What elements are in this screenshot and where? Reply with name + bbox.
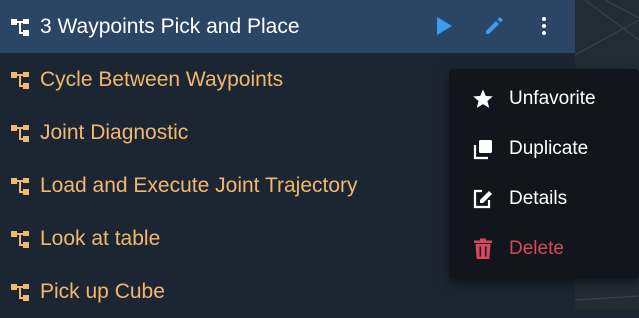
objective-label: Joint Diagnostic bbox=[40, 120, 189, 144]
objective-label: Cycle Between Waypoints bbox=[40, 67, 284, 91]
menu-item-label: Duplicate bbox=[509, 138, 589, 159]
menu-item-duplicate[interactable]: Duplicate bbox=[449, 124, 639, 174]
objective-tree-icon bbox=[11, 18, 29, 36]
duplicate-icon bbox=[471, 137, 495, 161]
trash-icon bbox=[471, 237, 495, 261]
objective-row[interactable]: 3 Waypoints Pick and Place bbox=[0, 0, 575, 53]
menu-item-label: Details bbox=[509, 188, 568, 209]
menu-item-label: Delete bbox=[509, 238, 564, 259]
menu-item-unfavorite[interactable]: Unfavorite bbox=[449, 74, 639, 124]
objective-tree-icon bbox=[11, 230, 29, 248]
objective-label: Look at table bbox=[40, 226, 161, 250]
star-icon bbox=[471, 87, 495, 111]
pencil-icon bbox=[486, 17, 503, 34]
objective-label: Load and Execute Joint Trajectory bbox=[40, 173, 358, 197]
objective-label: 3 Waypoints Pick and Place bbox=[40, 14, 300, 38]
edit-note-icon bbox=[471, 187, 495, 211]
objective-label: Pick up Cube bbox=[40, 279, 165, 303]
menu-item-label: Unfavorite bbox=[509, 88, 596, 109]
play-icon bbox=[437, 17, 452, 35]
more-vertical-icon bbox=[542, 17, 546, 35]
objective-tree-icon bbox=[11, 177, 29, 195]
objective-tree-icon bbox=[11, 71, 29, 89]
objective-tree-icon bbox=[11, 124, 29, 142]
context-menu: Unfavorite Duplicate Details Delete bbox=[449, 69, 639, 279]
menu-item-details[interactable]: Details bbox=[449, 174, 639, 224]
more-options-button[interactable] bbox=[531, 13, 557, 39]
run-objective-button[interactable] bbox=[431, 13, 457, 39]
edit-objective-button[interactable] bbox=[481, 13, 507, 39]
objective-tree-icon bbox=[11, 283, 29, 301]
menu-item-delete[interactable]: Delete bbox=[449, 224, 639, 274]
